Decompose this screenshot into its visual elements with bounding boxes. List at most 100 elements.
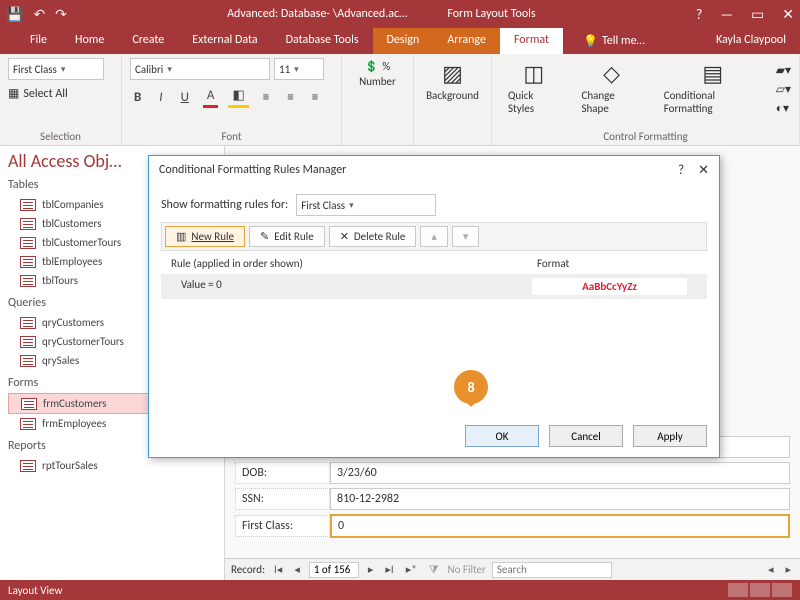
- italic-button[interactable]: I: [155, 88, 166, 107]
- dialog-help-icon[interactable]: ?: [678, 163, 684, 178]
- query-icon: [20, 336, 36, 348]
- align-right-button[interactable]: ≡: [308, 88, 322, 107]
- number-format-button[interactable]: 💲% Number: [350, 58, 405, 90]
- shape-effects-button[interactable]: ◐▾: [776, 101, 791, 116]
- field-value-firstclass[interactable]: 0: [330, 514, 790, 538]
- nav-item-rpttoursales[interactable]: rptTourSales: [8, 456, 216, 475]
- help-icon[interactable]: ?: [696, 6, 703, 23]
- form-view-button[interactable]: [728, 583, 748, 597]
- apply-button[interactable]: Apply: [633, 425, 707, 447]
- close-icon[interactable]: ✕: [782, 6, 794, 23]
- edit-rule-button[interactable]: ✎Edit Rule: [249, 226, 325, 247]
- scroll-left-button[interactable]: ◂: [765, 563, 777, 576]
- last-record-button[interactable]: ▸I: [382, 563, 396, 576]
- tab-arrange[interactable]: Arrange: [433, 28, 500, 54]
- tab-create[interactable]: Create: [118, 28, 178, 54]
- edit-icon: ✎: [260, 230, 269, 243]
- form-icon: [20, 418, 36, 430]
- filter-status: No Filter: [448, 563, 486, 576]
- scroll-right-button[interactable]: ▸: [782, 563, 794, 576]
- delete-rule-button[interactable]: ✕Delete Rule: [329, 226, 417, 247]
- tab-home[interactable]: Home: [61, 28, 118, 54]
- align-center-button[interactable]: ≡: [283, 88, 297, 107]
- window-title: Advanced: Database- \Advanced.ac…: [227, 7, 407, 21]
- undo-icon[interactable]: ↶: [33, 6, 45, 23]
- table-icon: [20, 218, 36, 230]
- quick-access-toolbar: 💾 ↶ ↷: [6, 6, 67, 23]
- conditional-formatting-button[interactable]: ▤Conditional Formatting: [656, 58, 770, 117]
- first-record-button[interactable]: I◂: [271, 563, 285, 576]
- query-icon: [20, 317, 36, 329]
- field-label-dob: DOB:: [235, 462, 330, 484]
- change-shape-button[interactable]: ◇Change Shape: [573, 58, 649, 117]
- underline-button[interactable]: U: [177, 88, 193, 107]
- next-record-button[interactable]: ▸: [365, 563, 377, 576]
- column-format-header: Format: [537, 257, 697, 270]
- new-rule-icon: ▥: [176, 230, 186, 243]
- table-icon: [20, 275, 36, 287]
- ribbon: First Class▾ ▦ Select All Selection Cali…: [0, 54, 800, 146]
- field-label-firstclass: First Class:: [235, 515, 330, 537]
- move-down-button[interactable]: ▾: [452, 226, 480, 247]
- redo-icon[interactable]: ↷: [55, 6, 67, 23]
- query-icon: [20, 355, 36, 367]
- ribbon-tabs: File Home Create External Data Database …: [0, 28, 800, 54]
- selection-field-combo[interactable]: First Class▾: [8, 58, 104, 80]
- delete-icon: ✕: [340, 230, 349, 243]
- save-icon[interactable]: 💾: [6, 6, 23, 23]
- tab-format[interactable]: Format: [500, 28, 563, 54]
- layout-view-button[interactable]: [750, 583, 770, 597]
- tab-file[interactable]: File: [16, 28, 61, 54]
- new-rule-button[interactable]: ▥New Rule: [165, 226, 245, 247]
- record-label: Record:: [231, 563, 265, 576]
- show-rules-for-combo[interactable]: First Class▾: [296, 194, 436, 216]
- report-icon: [20, 460, 36, 472]
- rules-toolbar: ▥New Rule ✎Edit Rule ✕Delete Rule ▴ ▾: [161, 222, 707, 251]
- bulb-icon: 💡: [583, 34, 598, 49]
- currency-icon: 💲: [365, 60, 379, 73]
- move-up-button[interactable]: ▴: [420, 226, 448, 247]
- cond-format-icon: ▤: [702, 60, 723, 87]
- field-value-dob[interactable]: 3/23/60: [330, 462, 790, 484]
- select-all-icon: ▦: [8, 86, 19, 101]
- user-name[interactable]: Kayla Claypool: [702, 28, 800, 54]
- search-input[interactable]: [492, 562, 612, 578]
- bold-button[interactable]: B: [130, 88, 145, 107]
- rule-format-preview: AaBbCcYyZz: [532, 278, 687, 295]
- design-view-button[interactable]: [772, 583, 792, 597]
- minimize-icon[interactable]: —: [720, 6, 733, 23]
- fill-color-button[interactable]: ◧: [228, 86, 248, 108]
- font-name-combo[interactable]: Calibri▾: [130, 58, 270, 80]
- ok-button[interactable]: OK: [465, 425, 539, 447]
- quick-styles-button[interactable]: ◫Quick Styles: [500, 58, 567, 117]
- field-label-ssn: SSN:: [235, 488, 330, 510]
- dialog-close-icon[interactable]: ✕: [698, 163, 709, 178]
- shape-icon: ◇: [603, 60, 620, 87]
- tab-database-tools[interactable]: Database Tools: [272, 28, 373, 54]
- new-record-button[interactable]: ▸*: [403, 563, 420, 576]
- background-button[interactable]: ▨Background: [422, 58, 483, 104]
- shape-outline-button[interactable]: ▱▾: [776, 82, 791, 97]
- select-all-button[interactable]: Select All: [23, 87, 67, 101]
- title-bar: 💾 ↶ ↷ Advanced: Database- \Advanced.ac… …: [0, 0, 800, 28]
- font-size-combo[interactable]: 11▾: [274, 58, 324, 80]
- group-control-formatting-label: Control Formatting: [500, 130, 791, 143]
- shape-fill-button[interactable]: ▰▾: [776, 63, 791, 78]
- styles-icon: ◫: [523, 60, 544, 87]
- tab-external-data[interactable]: External Data: [178, 28, 271, 54]
- record-position-input[interactable]: [309, 562, 359, 578]
- cancel-button[interactable]: Cancel: [549, 425, 623, 447]
- font-color-button[interactable]: A: [203, 86, 219, 108]
- restore-icon[interactable]: ▭: [751, 6, 764, 23]
- align-left-button[interactable]: ≡: [259, 88, 273, 107]
- record-navigator: Record: I◂ ◂ ▸ ▸I ▸* ⧩ No Filter ◂ ▸: [225, 558, 800, 580]
- percent-icon: %: [382, 60, 390, 73]
- rule-row[interactable]: Value = 0 AaBbCcYyZz: [161, 274, 707, 299]
- tell-me[interactable]: 💡Tell me…: [569, 28, 659, 54]
- tab-design[interactable]: Design: [373, 28, 434, 54]
- prev-record-button[interactable]: ◂: [291, 563, 303, 576]
- chevron-down-icon: ▾: [349, 200, 354, 211]
- group-font-label: Font: [130, 130, 333, 143]
- filter-icon[interactable]: ⧩: [426, 563, 442, 577]
- field-value-ssn[interactable]: 810-12-2982: [330, 488, 790, 510]
